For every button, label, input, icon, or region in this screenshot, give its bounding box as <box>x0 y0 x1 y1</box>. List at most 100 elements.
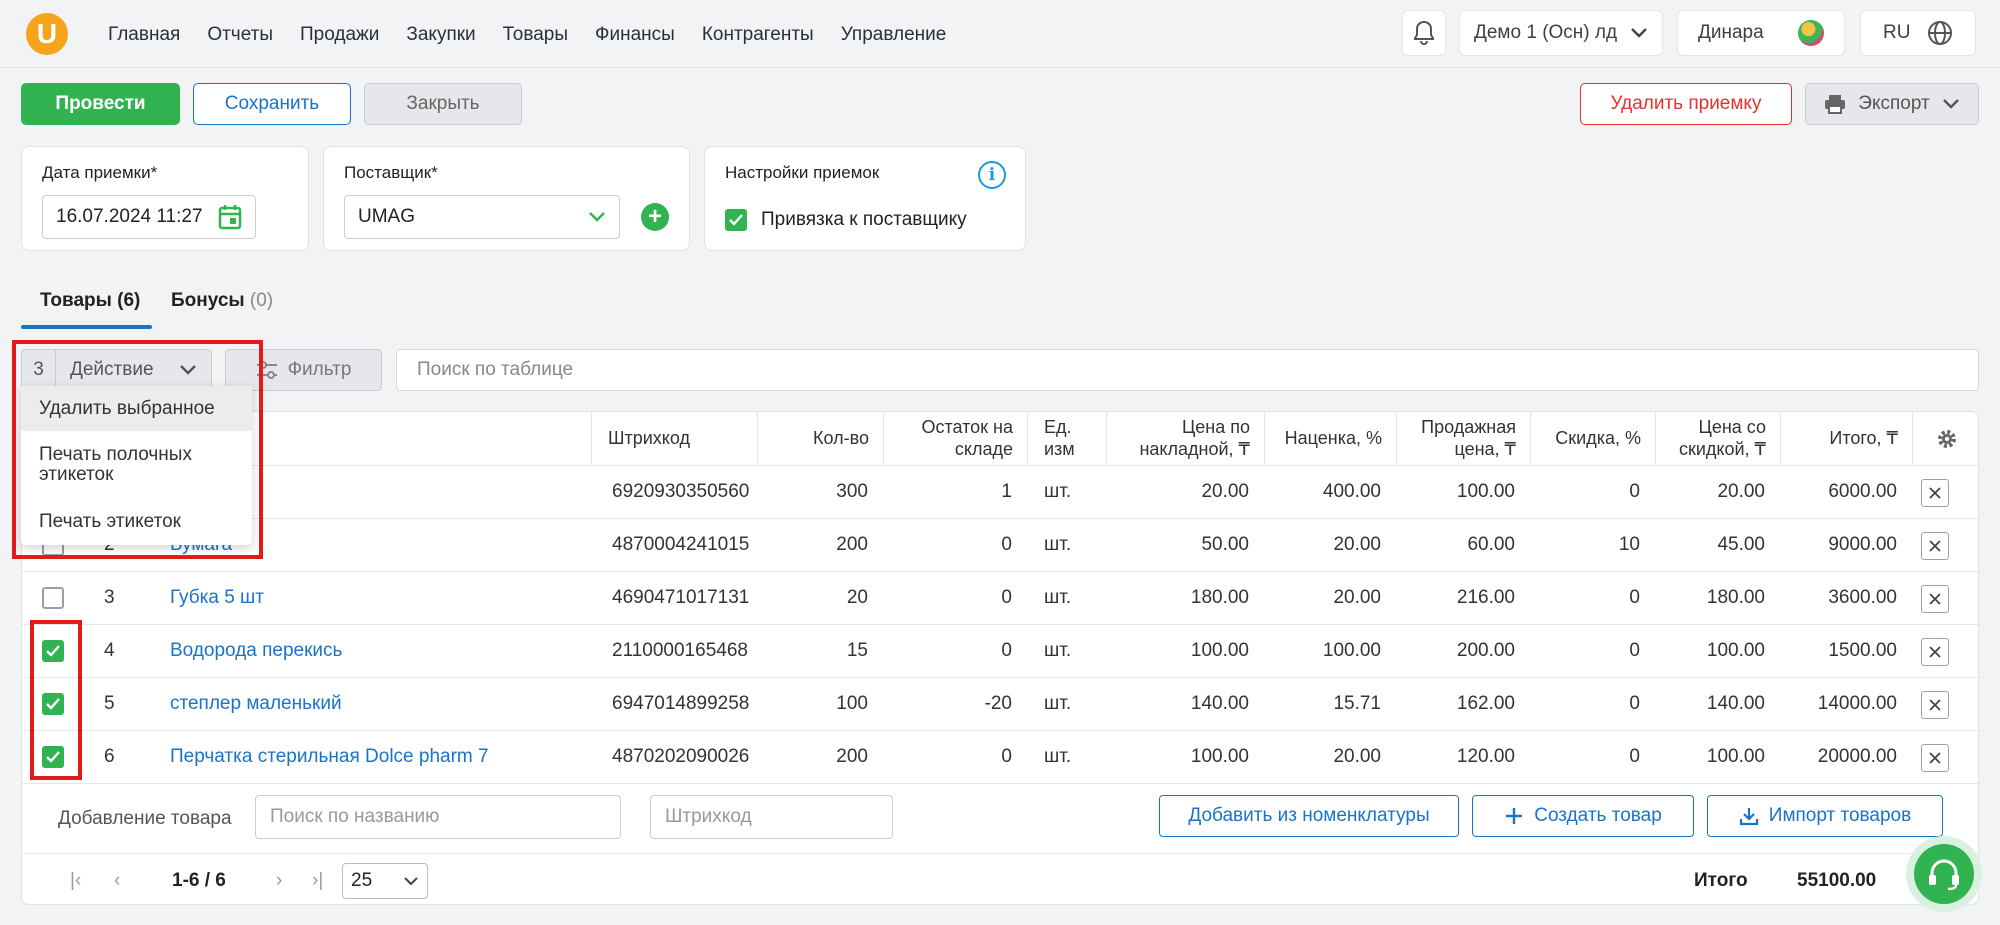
bind-supplier-checkbox[interactable] <box>725 209 747 231</box>
save-button[interactable]: Сохранить <box>193 83 351 125</box>
header-unit[interactable]: Ед. изм <box>1028 412 1107 465</box>
table-search-input[interactable] <box>396 349 1979 391</box>
row-checkbox[interactable] <box>42 640 64 662</box>
support-chat-button[interactable] <box>1906 836 1982 912</box>
import-products-button[interactable]: Импорт товаров <box>1707 795 1943 837</box>
cell-markup: 20.00 <box>1333 587 1381 608</box>
menu-item-reports[interactable]: Отчеты <box>207 24 273 46</box>
remove-row-icon[interactable] <box>1921 691 1949 719</box>
organization-select[interactable]: Демо 1 (Осн) лд <box>1459 10 1663 56</box>
cell-sale: 200.00 <box>1456 640 1515 661</box>
prev-page-icon[interactable]: ‹ <box>114 870 120 892</box>
cell-price: 20.00 <box>1201 481 1249 502</box>
menu-item-purchases[interactable]: Закупки <box>406 24 475 46</box>
user-name: Динара <box>1698 22 1764 43</box>
cell-price: 140.00 <box>1190 693 1249 714</box>
header-barcode[interactable]: Штрихкод <box>592 412 758 465</box>
cell-stock: 1 <box>1001 481 1012 502</box>
header-invoice-price[interactable]: Цена по накладной, ₸ <box>1107 412 1265 465</box>
header-discount[interactable]: Скидка, % <box>1531 412 1656 465</box>
header-sale-price[interactable]: Продажная цена, ₸ <box>1397 412 1531 465</box>
header-discount-price[interactable]: Цена со скидкой, ₸ <box>1656 412 1781 465</box>
page-range: 1-6 / 6 <box>172 870 226 891</box>
cell-price: 50.00 <box>1201 534 1249 555</box>
product-name-link[interactable]: Водорода перекись <box>170 625 342 677</box>
menu-item-finance[interactable]: Финансы <box>595 24 675 46</box>
date-field[interactable]: 16.07.2024 11:27 <box>42 195 256 239</box>
supplier-select[interactable]: UMAG <box>344 195 620 239</box>
remove-row-icon[interactable] <box>1921 585 1949 613</box>
remove-row-icon[interactable] <box>1921 744 1949 772</box>
add-supplier-icon[interactable]: + <box>641 203 669 231</box>
action-dropdown[interactable]: 3 Действие <box>21 349 212 391</box>
cell-discount: 0 <box>1629 640 1640 661</box>
cell-unit: шт. <box>1044 640 1072 661</box>
product-name-search-input[interactable] <box>255 795 621 839</box>
menu-item-counterparties[interactable]: Контрагенты <box>702 24 814 46</box>
filter-button[interactable]: Фильтр <box>225 349 382 391</box>
logo-icon[interactable]: U <box>26 13 68 55</box>
row-checkbox[interactable] <box>42 587 64 609</box>
create-product-button[interactable]: Создать товар <box>1472 795 1694 837</box>
barcode-input[interactable] <box>650 795 893 839</box>
page-size-select[interactable]: 25 <box>342 863 428 899</box>
header-total[interactable]: Итого, ₸ <box>1781 412 1913 465</box>
calendar-icon[interactable] <box>218 204 242 230</box>
first-page-icon[interactable]: |‹ <box>70 870 81 892</box>
create-product-label: Создать товар <box>1534 805 1662 826</box>
product-name-link[interactable]: степлер маленький <box>170 678 342 730</box>
next-page-icon[interactable]: › <box>276 870 282 892</box>
cell-sale: 216.00 <box>1456 587 1515 608</box>
language-select[interactable]: RU <box>1860 10 1976 56</box>
chevron-down-icon <box>589 212 605 222</box>
table-settings-button[interactable] <box>1913 412 1980 465</box>
close-button[interactable]: Закрыть <box>364 83 522 125</box>
product-name-link[interactable]: Губка 5 шт <box>170 572 264 624</box>
cell-discount: 0 <box>1629 746 1640 767</box>
menu-item-goods[interactable]: Товары <box>503 24 568 46</box>
tab-goods[interactable]: Товары (6) <box>40 290 140 312</box>
cell-stock: 0 <box>1001 587 1012 608</box>
row-checkbox[interactable] <box>42 746 64 768</box>
header-stock-line1: Остаток на <box>921 416 1013 437</box>
product-name-link[interactable]: Перчатка стерильная Dolce pharm 7 <box>170 731 489 783</box>
notifications-button[interactable] <box>1402 10 1446 56</box>
plus-icon <box>1506 808 1523 824</box>
export-button[interactable]: Экспорт <box>1805 83 1979 125</box>
menu-item-print-labels[interactable]: Печать этикеток <box>21 499 252 545</box>
row-checkbox[interactable] <box>42 693 64 715</box>
bind-supplier-option[interactable]: Привязка к поставщику <box>725 209 967 231</box>
cell-barcode: 6920930350560 <box>612 481 750 502</box>
header-stock[interactable]: Остаток на складе <box>884 412 1028 465</box>
cell-barcode: 2110000165468 <box>612 640 748 661</box>
header-qty[interactable]: Кол-во <box>758 412 884 465</box>
last-page-icon[interactable]: ›| <box>312 870 323 892</box>
menu-item-sales[interactable]: Продажи <box>300 24 379 46</box>
menu-item-management[interactable]: Управление <box>841 24 947 46</box>
menu-item-print-shelf-labels[interactable]: Печать полочных этикеток <box>21 431 252 499</box>
remove-row-icon[interactable] <box>1921 532 1949 560</box>
user-menu[interactable]: Динара <box>1677 10 1845 56</box>
menu-item-home[interactable]: Главная <box>108 24 180 46</box>
remove-row-icon[interactable] <box>1921 479 1949 507</box>
add-from-catalog-button[interactable]: Добавить из номенклатуры <box>1159 795 1459 837</box>
tab-bonuses[interactable]: Бонусы (0) <box>171 290 273 312</box>
cell-total: 1500.00 <box>1828 640 1897 661</box>
header-markup[interactable]: Наценка, % <box>1265 412 1397 465</box>
cell-sale: 162.00 <box>1456 693 1515 714</box>
remove-row-icon[interactable] <box>1921 638 1949 666</box>
info-icon[interactable]: i <box>978 161 1006 189</box>
row-number: 6 <box>104 746 115 767</box>
menu-item-delete-selected[interactable]: Удалить выбранное <box>21 386 252 431</box>
supplier-label: Поставщик* <box>344 163 438 182</box>
chevron-down-icon <box>1943 99 1959 109</box>
action-label: Действие <box>70 359 154 380</box>
cell-discount: 0 <box>1629 587 1640 608</box>
delete-receipt-button[interactable]: Удалить приемку <box>1580 83 1792 125</box>
grand-total-value: 55100.00 <box>1797 870 1877 891</box>
post-button[interactable]: Провести <box>21 83 180 125</box>
cell-barcode: 4870004241015 <box>612 534 750 555</box>
headset-icon <box>1929 859 1959 891</box>
add-product-row: Добавление товара Добавить из номенклату… <box>22 783 1980 853</box>
organization-name: Демо 1 (Осн) лд <box>1474 22 1618 43</box>
